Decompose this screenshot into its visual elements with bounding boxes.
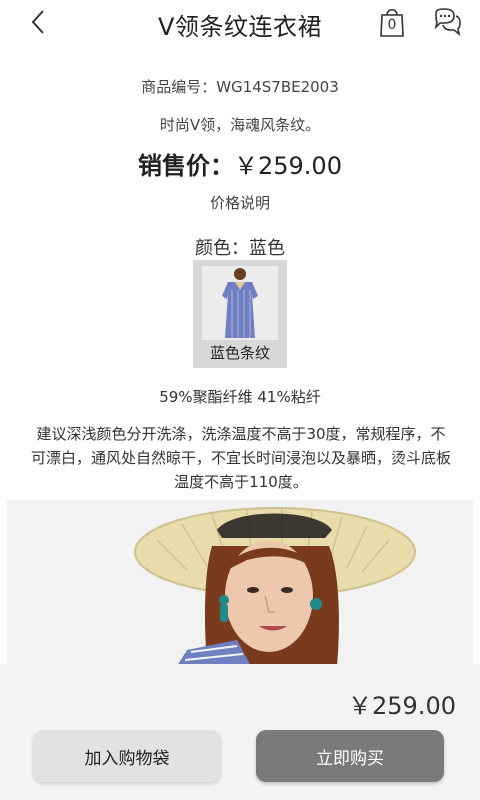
care-instructions: 建议深浅颜色分开洗涤，洗涤温度不高于30度，常规程序，不可漂白，通风处自然晾干，… (30, 425, 451, 491)
price-note-link[interactable]: 价格说明 (0, 192, 480, 213)
price-label: 销售价： (138, 152, 234, 180)
shopping-bag-button[interactable]: 0 (378, 6, 410, 38)
buy-now-button[interactable]: 立即购买 (256, 730, 444, 782)
page-title: V领条纹连衣裙 (158, 12, 322, 41)
add-to-cart-button[interactable]: 加入购物袋 (33, 730, 221, 782)
price-value: ￥259.00 (234, 152, 342, 180)
chat-bubbles-icon (434, 8, 461, 36)
swatch-label: 蓝色条纹 (209, 344, 270, 362)
product-slogan: 时尚V领，海魂风条纹。 (159, 116, 321, 134)
color-swatch-blue-stripe[interactable]: 蓝色条纹 (193, 260, 287, 368)
chevron-left-icon (31, 10, 44, 34)
color-label: 颜色：蓝色 (195, 238, 285, 259)
total-price: ￥259.00 (348, 692, 456, 720)
product-code: 商品编号：WG14S7BE2003 (141, 78, 339, 96)
purchase-bar: ￥259.00 加入购物袋 立即购买 (0, 664, 480, 800)
top-bar: V领条纹连衣裙 0 (0, 0, 480, 48)
price-row: 销售价：￥259.00 (0, 146, 480, 181)
bag-count-badge: 0 (387, 17, 397, 33)
model-photo (7, 500, 473, 664)
material-composition: 59%聚酯纤维 41%粘纤 (159, 388, 321, 406)
chat-button[interactable] (432, 7, 462, 37)
back-button[interactable] (24, 8, 52, 36)
swatch-thumbnail (202, 266, 278, 340)
product-detail: 商品编号：WG14S7BE2003 时尚V领，海魂风条纹。 销售价：￥259.0… (0, 48, 480, 664)
